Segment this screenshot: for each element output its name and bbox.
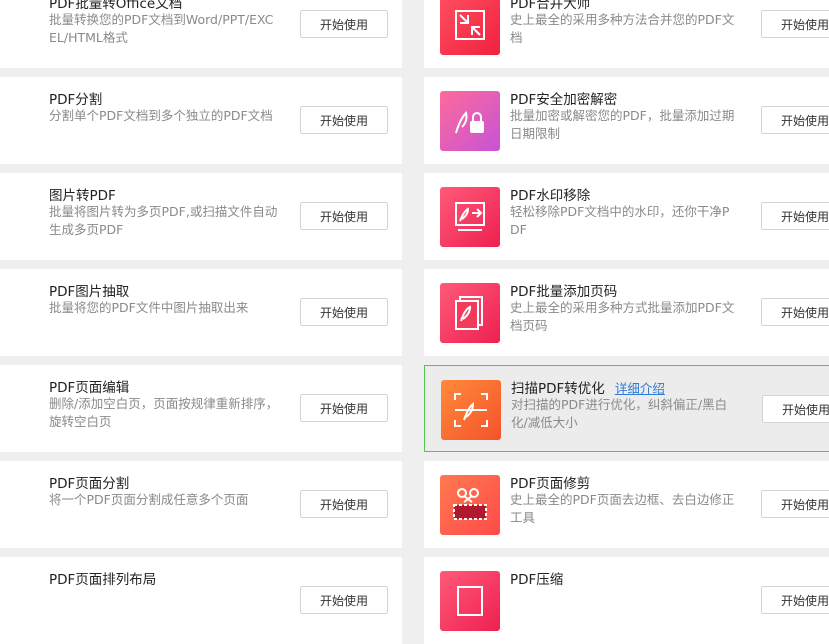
start-button[interactable]: 开始使用 bbox=[761, 106, 829, 134]
start-button[interactable]: 开始使用 bbox=[761, 202, 829, 230]
start-button[interactable]: 开始使用 bbox=[761, 10, 829, 38]
card-pdf-compress[interactable]: PDF压缩 开始使用 bbox=[424, 557, 829, 644]
card-page-layout[interactable]: PDF页面排列布局 开始使用 bbox=[0, 557, 402, 644]
card-desc: 批量将您的PDF文件中图片抽取出来 bbox=[49, 300, 249, 315]
lock-icon bbox=[440, 91, 500, 151]
card-title-text: 扫描PDF转优化 bbox=[511, 381, 605, 397]
card-title: 扫描PDF转优化 详细介绍 bbox=[511, 377, 665, 397]
start-button[interactable]: 开始使用 bbox=[761, 490, 829, 518]
card-desc: 史上最全的PDF页面去边框、去白边修正工具 bbox=[510, 492, 735, 525]
scan-optimize-icon bbox=[441, 380, 501, 440]
card-image-to-pdf[interactable]: 图片转PDF 批量将图片转为多页PDF,或扫描文件自动生成多页PDF 开始使用 bbox=[0, 173, 402, 260]
page-number-icon bbox=[440, 283, 500, 343]
start-button[interactable]: 开始使用 bbox=[762, 395, 829, 423]
watermark-remove-icon bbox=[440, 187, 500, 247]
start-button[interactable]: 开始使用 bbox=[761, 298, 829, 326]
start-button[interactable]: 开始使用 bbox=[300, 10, 388, 38]
card-title: PDF页面编辑 bbox=[49, 380, 130, 396]
start-button[interactable]: 开始使用 bbox=[300, 394, 388, 422]
card-desc: 分割单个PDF文档到多个独立的PDF文档 bbox=[49, 108, 273, 123]
card-title: PDF页面排列布局 bbox=[49, 572, 157, 588]
card-pdf-split[interactable]: PDF分割 分割单个PDF文档到多个独立的PDF文档 开始使用 bbox=[0, 77, 402, 164]
card-title: PDF图片抽取 bbox=[49, 284, 130, 300]
card-title: PDF页面分割 bbox=[49, 476, 130, 492]
tool-grid: W PDF批量转Office文档 批量转换您的PDF文档到Word/PPT/EX… bbox=[0, 0, 829, 644]
start-button[interactable]: 开始使用 bbox=[300, 298, 388, 326]
card-page-number[interactable]: PDF批量添加页码 史上最全的采用多种方式批量添加PDF文档页码 开始使用 bbox=[424, 269, 829, 356]
card-pdf-merge[interactable]: PDF合并大师 史上最全的采用多种方法合并您的PDF文档 开始使用 bbox=[424, 0, 829, 68]
card-title: PDF压缩 bbox=[510, 572, 564, 588]
card-title: 图片转PDF bbox=[49, 188, 116, 204]
start-button[interactable]: 开始使用 bbox=[300, 490, 388, 518]
card-desc: 史上最全的采用多种方法合并您的PDF文档 bbox=[510, 12, 735, 45]
card-desc: 批量将图片转为多页PDF,或扫描文件自动生成多页PDF bbox=[49, 204, 278, 237]
card-scan-optimize[interactable]: 扫描PDF转优化 详细介绍 对扫描的PDF进行优化，纠斜偏正/黑白化/减低大小 开… bbox=[424, 365, 829, 452]
card-title: PDF水印移除 bbox=[510, 188, 591, 204]
card-page-split[interactable]: PDF页面分割 将一个PDF页面分割成任意多个页面 开始使用 bbox=[0, 461, 402, 548]
card-title: PDF页面修剪 bbox=[510, 476, 591, 492]
card-desc: 批量转换您的PDF文档到Word/PPT/EXCEL/HTML格式 bbox=[49, 12, 274, 45]
card-desc: 批量加密或解密您的PDF，批量添加过期日期限制 bbox=[510, 108, 735, 141]
start-button[interactable]: 开始使用 bbox=[300, 586, 388, 614]
card-title: PDF批量添加页码 bbox=[510, 284, 618, 300]
start-button[interactable]: 开始使用 bbox=[300, 106, 388, 134]
card-pdf-to-office[interactable]: W PDF批量转Office文档 批量转换您的PDF文档到Word/PPT/EX… bbox=[0, 0, 402, 68]
card-desc: 轻松移除PDF文档中的水印，还你干净PDF bbox=[510, 204, 730, 237]
start-button[interactable]: 开始使用 bbox=[761, 586, 829, 614]
card-watermark-remove[interactable]: PDF水印移除 轻松移除PDF文档中的水印，还你干净PDF 开始使用 bbox=[424, 173, 829, 260]
card-page-edit[interactable]: PDF页面编辑 删除/添加空白页，页面按规律重新排序，旋转空白页 开始使用 bbox=[0, 365, 402, 452]
merge-icon bbox=[440, 0, 500, 55]
card-page-crop[interactable]: PDF页面修剪 史上最全的PDF页面去边框、去白边修正工具 开始使用 bbox=[424, 461, 829, 548]
card-pdf-encrypt[interactable]: PDF安全加密解密 批量加密或解密您的PDF，批量添加过期日期限制 开始使用 bbox=[424, 77, 829, 164]
card-title: PDF安全加密解密 bbox=[510, 92, 618, 108]
card-title: PDF分割 bbox=[49, 92, 103, 108]
card-desc: 对扫描的PDF进行优化，纠斜偏正/黑白化/减低大小 bbox=[511, 397, 728, 430]
card-desc: 史上最全的采用多种方式批量添加PDF文档页码 bbox=[510, 300, 735, 333]
card-image-extract[interactable]: PDF图片抽取 批量将您的PDF文件中图片抽取出来 开始使用 bbox=[0, 269, 402, 356]
card-desc: 将一个PDF页面分割成任意多个页面 bbox=[49, 492, 249, 507]
compress-icon bbox=[440, 571, 500, 631]
card-desc: 删除/添加空白页，页面按规律重新排序，旋转空白页 bbox=[49, 396, 279, 429]
page-crop-icon bbox=[440, 475, 500, 535]
start-button[interactable]: 开始使用 bbox=[300, 202, 388, 230]
detail-link[interactable]: 详细介绍 bbox=[615, 381, 665, 396]
